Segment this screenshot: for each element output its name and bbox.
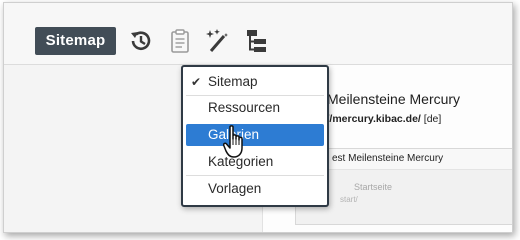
sitemap-button[interactable]: Sitemap bbox=[35, 27, 116, 55]
checkmark-icon: ✔ bbox=[191, 75, 202, 89]
menu-divider bbox=[186, 175, 324, 176]
page-title: Meilensteine Mercury bbox=[327, 91, 461, 107]
page-url-link[interactable]: ://mercury.kibac.de/ bbox=[323, 113, 421, 125]
breadcrumb-path: start/ bbox=[340, 195, 358, 204]
sitemap-tree-icon[interactable] bbox=[244, 27, 270, 55]
menu-item-vorlagen[interactable]: Vorlagen bbox=[186, 178, 324, 200]
menu-divider bbox=[186, 95, 324, 96]
menu-item-sitemap[interactable]: ✔ Sitemap bbox=[186, 71, 324, 93]
hand-pointer-cursor-icon bbox=[222, 124, 249, 160]
menu-item-ressourcen[interactable]: Ressourcen bbox=[186, 97, 324, 119]
magic-wand-icon[interactable] bbox=[205, 27, 231, 55]
view-dropdown-menu: ✔ Sitemap Ressourcen Galerien Kategorien… bbox=[181, 65, 329, 207]
menu-item-label: Sitemap bbox=[208, 74, 258, 89]
menu-item-kategorien[interactable]: Kategorien bbox=[186, 151, 324, 173]
history-icon[interactable] bbox=[128, 27, 154, 55]
language-tag: [de] bbox=[423, 113, 442, 125]
breadcrumb-startseite: Startseite bbox=[354, 182, 393, 192]
clipboard-icon[interactable] bbox=[167, 27, 193, 55]
menu-item-label: Ressourcen bbox=[208, 100, 281, 115]
page-url[interactable]: ://mercury.kibac.de/ [de] bbox=[323, 113, 441, 125]
menu-item-galerien[interactable]: Galerien bbox=[186, 124, 324, 146]
menu-item-label: Vorlagen bbox=[208, 181, 262, 196]
toolbar: Sitemap bbox=[4, 3, 512, 65]
